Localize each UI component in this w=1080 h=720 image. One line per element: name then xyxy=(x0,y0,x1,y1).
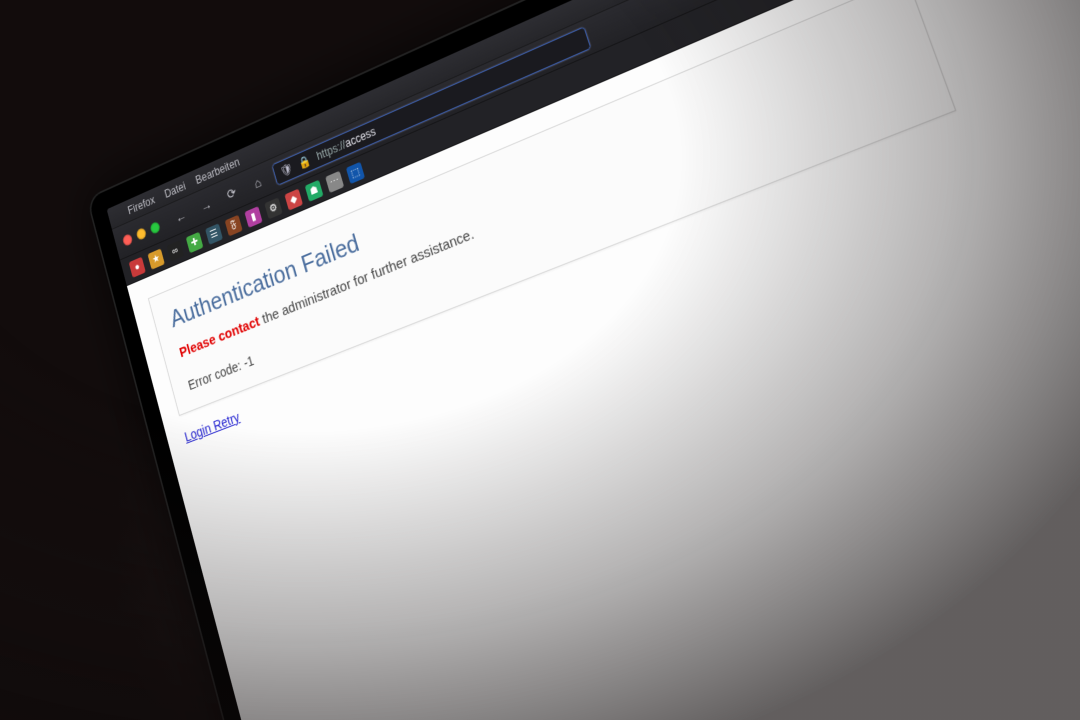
addon-icon-9[interactable]: ☗ xyxy=(305,179,324,201)
screen: Firefox Datei Bearbeiten ← → ⟳ ⌂ 🛡 🔒 xyxy=(107,0,1080,720)
nav-back-button[interactable]: ← xyxy=(168,201,193,232)
addon-icon-2[interactable]: ∞ xyxy=(166,240,184,261)
addon-icon-0[interactable]: ● xyxy=(129,256,146,277)
error-code-label: Error code: xyxy=(187,357,246,393)
nav-forward-button[interactable]: → xyxy=(193,189,219,220)
nav-reload-button[interactable]: ⟳ xyxy=(219,178,245,209)
url-host: access xyxy=(343,124,377,150)
nav-home-button[interactable]: ⌂ xyxy=(244,167,270,199)
addon-icon-6[interactable]: ▮ xyxy=(244,206,262,228)
addon-icon-11[interactable]: ⬚ xyxy=(346,161,365,183)
window-minimize-button[interactable] xyxy=(135,226,146,240)
addon-icon-5[interactable]: 𝔉 xyxy=(225,214,243,236)
addon-icon-4[interactable]: ☰ xyxy=(205,223,223,245)
lock-icon[interactable]: 🔒 xyxy=(297,153,312,171)
window-maximize-button[interactable] xyxy=(149,220,161,234)
window-close-button[interactable] xyxy=(122,233,133,247)
scene-room: Firefox Datei Bearbeiten ← → ⟳ ⌂ 🛡 🔒 xyxy=(0,0,1080,720)
addon-icon-8[interactable]: ◆ xyxy=(284,188,303,210)
page-viewport: Authentication Failed Please contact the… xyxy=(127,0,1080,720)
addon-icon-10[interactable]: ⋯ xyxy=(325,170,344,192)
login-retry-link[interactable]: Login Retry xyxy=(183,409,241,444)
addon-icon-1[interactable]: ★ xyxy=(147,248,164,269)
traffic-lights xyxy=(122,220,161,246)
tracking-shield-icon[interactable]: 🛡 xyxy=(279,161,294,179)
url-protocol: https:// xyxy=(315,137,347,162)
laptop-body: Firefox Datei Bearbeiten ← → ⟳ ⌂ 🛡 🔒 xyxy=(86,0,1080,720)
addon-icon-3[interactable]: ✚ xyxy=(186,231,204,252)
addon-icon-7[interactable]: ⚙ xyxy=(264,197,282,219)
